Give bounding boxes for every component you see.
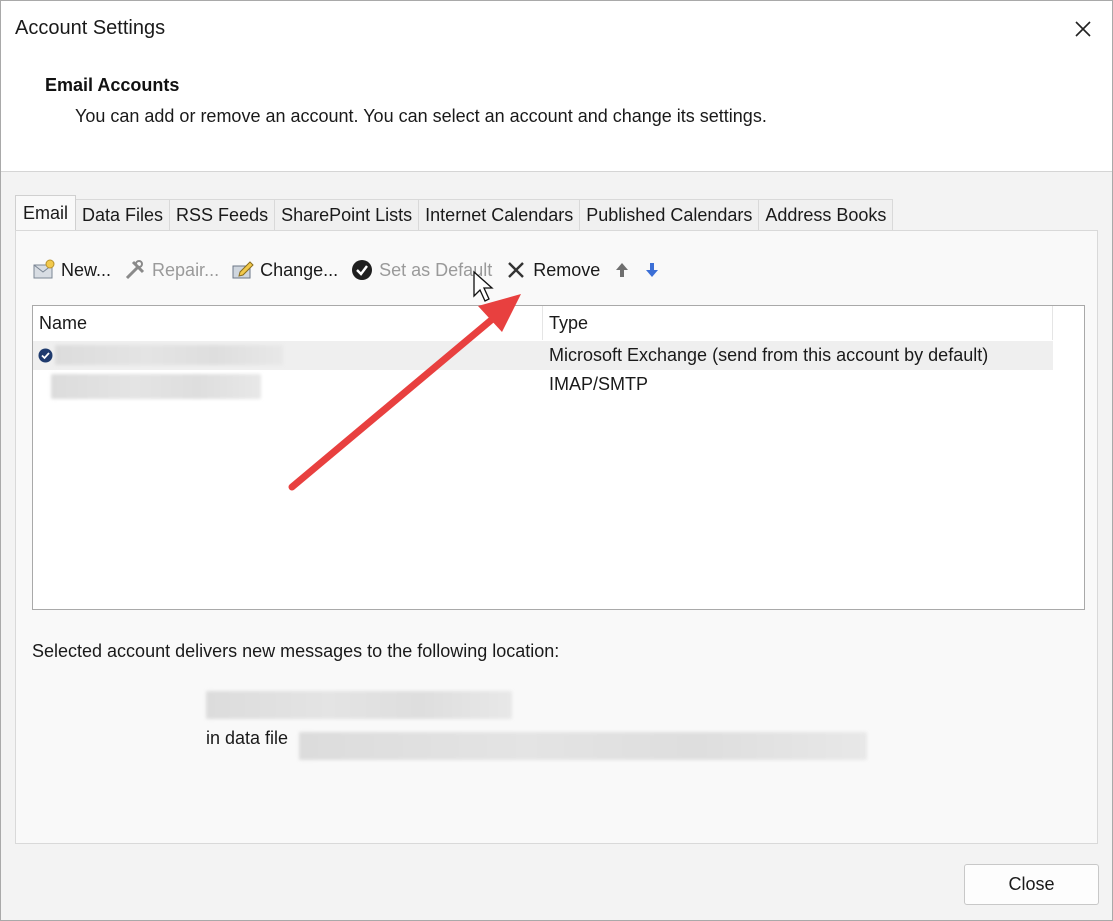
- header-description: You can add or remove an account. You ca…: [75, 106, 767, 126]
- account-name-redacted: [51, 374, 261, 399]
- title-bar: Account Settings: [1, 1, 1112, 57]
- data-file-path-redacted: [299, 732, 867, 760]
- change-button[interactable]: Change...: [231, 258, 338, 282]
- remove-button[interactable]: Remove: [504, 258, 600, 282]
- delivery-folder-redacted: [206, 691, 512, 719]
- close-window-button[interactable]: [1067, 13, 1099, 45]
- set-as-default-label: Set as Default: [379, 259, 493, 280]
- delivery-location-label: Selected account delivers new messages t…: [32, 641, 560, 661]
- remove-x-icon: [504, 258, 528, 282]
- change-button-label: Change...: [260, 259, 339, 280]
- column-header-type[interactable]: Type: [543, 306, 1053, 340]
- tab-data-files[interactable]: Data Files: [75, 199, 171, 230]
- default-account-check-icon: [38, 348, 53, 363]
- tools-icon: [123, 258, 147, 282]
- column-header-name[interactable]: Name: [33, 306, 543, 340]
- change-account-icon: [231, 258, 255, 282]
- account-type-cell: IMAP/SMTP: [549, 374, 649, 394]
- tab-address-books[interactable]: Address Books: [758, 199, 894, 230]
- repair-button-label: Repair...: [152, 259, 220, 280]
- account-type-cell: Microsoft Exchange (send from this accou…: [549, 345, 989, 365]
- set-as-default-button[interactable]: Set as Default: [350, 258, 492, 282]
- accounts-list[interactable]: Name Type Microsoft Exchange (send from …: [32, 305, 1085, 610]
- repair-button[interactable]: Repair...: [123, 258, 219, 282]
- check-circle-icon: [350, 258, 374, 282]
- header-panel: Email Accounts You can add or remove an …: [1, 57, 1112, 172]
- new-account-icon: [32, 258, 56, 282]
- move-up-button[interactable]: [612, 258, 632, 282]
- remove-button-label: Remove: [533, 259, 601, 280]
- new-button-label: New...: [61, 259, 112, 280]
- arrow-down-icon: [646, 263, 659, 277]
- tab-email[interactable]: Email: [15, 195, 77, 230]
- email-tab-panel: New... Repair... Change... Set as Defaul…: [15, 230, 1098, 844]
- tab-internet-calendars[interactable]: Internet Calendars: [418, 199, 581, 230]
- close-icon: [1075, 21, 1091, 37]
- tab-rss-feeds[interactable]: RSS Feeds: [169, 199, 276, 230]
- account-settings-dialog: Account Settings Email Accounts You can …: [0, 0, 1113, 921]
- new-button[interactable]: New...: [32, 258, 111, 282]
- tab-strip: Email Data Files RSS Feeds SharePoint Li…: [15, 195, 894, 230]
- tab-sharepoint-lists[interactable]: SharePoint Lists: [274, 199, 420, 230]
- header-title: Email Accounts: [45, 75, 180, 95]
- account-name-redacted: [55, 345, 283, 365]
- arrow-up-icon: [616, 263, 629, 277]
- tab-published-calendars[interactable]: Published Calendars: [579, 199, 760, 230]
- account-row-exchange[interactable]: Microsoft Exchange (send from this accou…: [33, 341, 1053, 370]
- close-button[interactable]: Close: [964, 864, 1099, 905]
- toolbar: New... Repair... Change... Set as Defaul…: [32, 255, 672, 285]
- in-data-file-label: in data file: [206, 728, 289, 748]
- move-down-button[interactable]: [642, 258, 662, 282]
- window-title: Account Settings: [15, 17, 166, 39]
- account-row-imap[interactable]: IMAP/SMTP: [33, 370, 1053, 399]
